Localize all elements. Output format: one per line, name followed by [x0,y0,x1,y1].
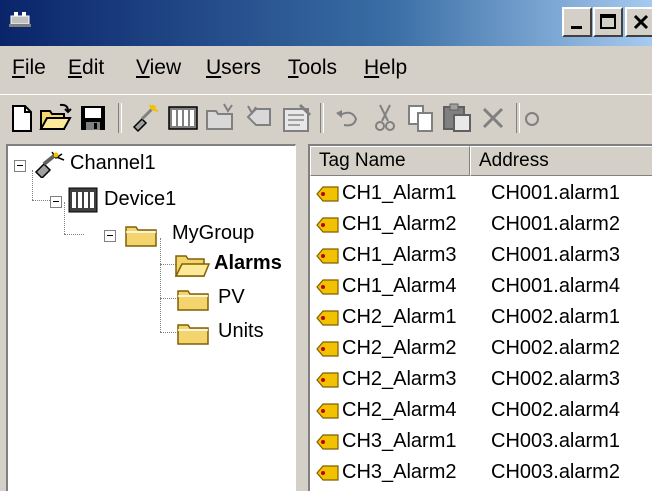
tag-address: CH001.alarm3 [491,244,620,266]
channel-icon [34,151,65,178]
tree-view[interactable]: Channel1 Device1 MyGroup Alarms PV Units [6,144,296,491]
tag-address: CH002.alarm1 [491,306,620,328]
new-tag-icon[interactable] [242,101,276,135]
menu-help[interactable]: Help [364,56,407,80]
new-device-icon[interactable] [166,101,200,135]
tag-address: CH001.alarm2 [491,213,620,235]
more-icon[interactable] [524,101,558,135]
minimize-icon [571,26,582,29]
table-row[interactable]: CH2_Alarm3 CH002.alarm3 [310,366,652,394]
device-icon [68,187,98,213]
table-row[interactable]: CH1_Alarm2 CH001.alarm2 [310,211,652,239]
close-button[interactable] [625,7,652,37]
tag-icon [316,279,339,295]
tag-name: CH2_Alarm1 [342,306,457,328]
tag-icon [316,403,339,419]
tree-item-alarms[interactable]: Alarms [8,250,294,280]
menu-tools[interactable]: Tools [288,56,337,80]
collapse-icon[interactable] [104,230,116,242]
collapse-icon[interactable] [14,160,26,172]
tag-name: CH2_Alarm3 [342,368,457,390]
tag-address: CH003.alarm2 [491,461,620,483]
tag-name: CH3_Alarm2 [342,461,457,483]
tag-name: CH3_Alarm1 [342,430,457,452]
tree-item-device1[interactable]: Device1 [8,186,288,216]
table-row[interactable]: CH2_Alarm2 CH002.alarm2 [310,335,652,363]
tag-name: CH2_Alarm4 [342,399,457,421]
table-row[interactable]: CH1_Alarm1 CH001.alarm1 [310,180,652,208]
tree-label: PV [218,286,245,308]
tag-icon [316,341,339,357]
tag-name: CH1_Alarm3 [342,244,457,266]
menu-file[interactable]: File [12,56,46,80]
tree-item-pv[interactable]: PV [8,284,288,314]
table-row[interactable]: CH3_Alarm2 CH003.alarm2 [310,459,652,487]
table-row[interactable]: CH2_Alarm4 CH002.alarm4 [310,397,652,425]
delete-icon[interactable] [476,101,510,135]
tag-address: CH001.alarm4 [491,275,620,297]
column-header-address[interactable]: Address [470,146,652,176]
tag-icon [316,248,339,264]
tag-icon [316,434,339,450]
open-folder-icon[interactable] [38,101,72,135]
tag-address: CH002.alarm3 [491,368,620,390]
collapse-icon[interactable] [50,196,62,208]
tag-name: CH1_Alarm1 [342,182,457,204]
tag-icon [316,217,339,233]
toolbar [0,94,652,145]
table-row[interactable]: CH1_Alarm3 CH001.alarm3 [310,242,652,270]
app-icon[interactable] [8,10,32,30]
folder-icon [177,290,209,311]
tree-item-units[interactable]: Units [8,318,288,348]
cut-icon[interactable] [368,101,402,135]
menu-edit[interactable]: Edit [68,56,104,80]
tag-name: CH1_Alarm2 [342,213,457,235]
title-bar [0,0,652,46]
new-channel-icon[interactable] [128,101,162,135]
maximize-button[interactable] [593,7,623,37]
tree-label: Device1 [104,188,177,210]
maximize-icon [600,14,616,29]
tree-label: Channel1 [70,152,156,174]
tag-address: CH001.alarm1 [491,182,620,204]
folder-icon [177,324,209,345]
properties-icon[interactable] [280,101,314,135]
tag-name: CH2_Alarm2 [342,337,457,359]
toolbar-separator [320,103,324,133]
tag-name: CH1_Alarm4 [342,275,457,297]
tree-item-channel1[interactable]: Channel1 [8,150,288,180]
menu-users[interactable]: Users [206,56,261,80]
tag-icon [316,372,339,388]
toolbar-separator [516,103,520,133]
menu-bar: File Edit View Users Tools Help [0,46,652,94]
paste-icon[interactable] [440,101,474,135]
menu-view[interactable]: View [136,56,181,80]
minimize-button[interactable] [562,7,592,37]
tag-icon [316,310,339,326]
tag-icon [316,465,339,481]
table-row[interactable]: CH1_Alarm4 CH001.alarm4 [310,273,652,301]
new-icon[interactable] [4,101,38,135]
tree-label: Units [218,320,264,342]
close-icon [633,14,649,30]
folder-icon [125,226,157,247]
table-row[interactable]: CH2_Alarm1 CH002.alarm1 [310,304,652,332]
tag-address: CH002.alarm2 [491,337,620,359]
tag-list[interactable]: Tag Name Address CH1_Alarm1 CH001.alarm1 C… [308,144,652,491]
tag-address: CH002.alarm4 [491,399,620,421]
tree-label-selected: Alarms [214,252,282,274]
undo-icon[interactable] [330,101,364,135]
save-icon[interactable] [76,101,110,135]
tag-address: CH003.alarm1 [491,430,620,452]
tree-label: MyGroup [172,222,255,244]
list-header: Tag Name Address [310,146,652,176]
new-group-icon[interactable] [204,101,238,135]
copy-icon[interactable] [404,101,438,135]
tree-item-mygroup[interactable]: MyGroup [8,220,288,250]
tag-icon [316,186,339,202]
column-header-tag-name[interactable]: Tag Name [310,146,470,176]
toolbar-separator [118,103,122,133]
table-row[interactable]: CH3_Alarm1 CH003.alarm1 [310,428,652,456]
open-folder-icon [174,255,210,277]
